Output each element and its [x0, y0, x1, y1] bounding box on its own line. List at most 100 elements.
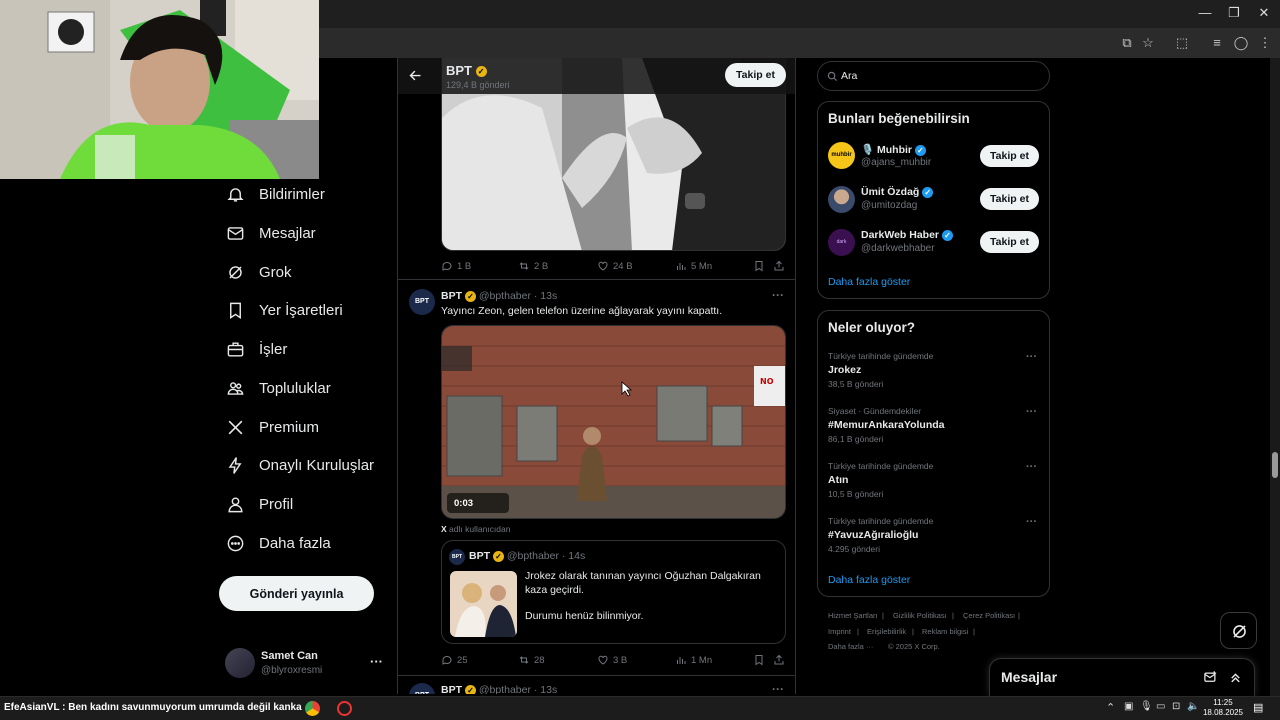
restore-icon[interactable]: ❐: [1219, 5, 1249, 21]
sidebar-item-verified-orgs[interactable]: Onaylı Kuruluşlar: [226, 453, 374, 477]
sidebar-item-label: Bildirimler: [259, 185, 325, 203]
bookmark-icon[interactable]: [753, 260, 765, 272]
trend-more-icon[interactable]: ···: [1026, 406, 1037, 418]
post-button[interactable]: Gönderi yayınla: [219, 576, 374, 611]
trend-name[interactable]: Jrokez: [828, 364, 861, 376]
tray-app-icon[interactable]: ▣: [1124, 701, 1133, 712]
star-icon[interactable]: ☆: [1139, 34, 1157, 52]
search-input[interactable]: Ara: [817, 61, 1050, 91]
footer-link[interactable]: Reklam bilgisi: [922, 627, 968, 636]
footer-link[interactable]: Çerez Politikası: [963, 611, 1015, 620]
sidebar-item-messages[interactable]: Mesajlar: [226, 221, 316, 245]
footer-link[interactable]: Gizlilik Politikası: [893, 611, 947, 620]
follow-button[interactable]: Takip et: [980, 231, 1039, 253]
footer-link[interactable]: Imprint: [828, 627, 851, 636]
reply-action[interactable]: 25: [441, 654, 468, 666]
clock[interactable]: 11:25 18.08.2025: [1200, 698, 1246, 718]
suggest-name[interactable]: Ümit Özdağ: [861, 186, 919, 198]
views-action[interactable]: 1 Mn: [675, 654, 712, 666]
trend-more-icon[interactable]: ···: [1026, 461, 1037, 473]
footer-copyright: © 2025 X Corp.: [888, 642, 940, 651]
sidebar-item-premium[interactable]: Premium: [226, 415, 319, 439]
tweet-author-handle[interactable]: @bpthaber: [479, 684, 531, 694]
trend-more-icon[interactable]: ···: [1026, 351, 1037, 363]
profile-icon[interactable]: ◯: [1232, 34, 1250, 52]
chrome-app-icon[interactable]: [305, 701, 320, 716]
sidebar-item-more[interactable]: Daha fazla: [226, 531, 331, 555]
tweet-avatar[interactable]: BPT: [409, 683, 435, 694]
avatar[interactable]: [828, 186, 855, 213]
messages-drawer[interactable]: Mesajlar: [989, 658, 1255, 696]
tweet-video[interactable]: NO: [441, 325, 786, 519]
media-icon[interactable]: ≡: [1208, 34, 1226, 52]
views-action[interactable]: 5 Mn: [675, 260, 712, 272]
avatar[interactable]: muhbir: [828, 142, 855, 169]
reply-action[interactable]: 1 B: [441, 260, 471, 272]
sidebar-item-communities[interactable]: Topluluklar: [226, 376, 331, 400]
show-more-link[interactable]: Daha fazla göster: [828, 574, 910, 586]
share-icon[interactable]: [773, 260, 785, 272]
footer-link[interactable]: Daha fazla ···: [828, 642, 873, 651]
scrollbar-thumb[interactable]: [1272, 452, 1278, 478]
trend-more-icon[interactable]: ···: [1026, 516, 1037, 528]
repost-action[interactable]: 2 B: [518, 260, 548, 272]
minimize-icon[interactable]: —: [1190, 5, 1220, 20]
quote-thumbnail: [450, 571, 517, 637]
suggest-name[interactable]: 🎙️ Muhbir: [861, 144, 912, 156]
verified-gold-icon: ✓: [475, 66, 487, 78]
grok-button[interactable]: [1220, 612, 1257, 649]
trend-name[interactable]: #MemurAnkaraYolunda: [828, 419, 945, 431]
quote-text-2: Durumu henüz bilinmiyor.: [525, 610, 644, 622]
sidebar-item-grok[interactable]: Grok: [226, 260, 292, 284]
trend-name[interactable]: Atın: [828, 474, 848, 486]
suggest-name[interactable]: DarkWeb Haber: [861, 229, 939, 241]
quote-tweet[interactable]: BPT BPT ✓ @bpthaber · 14s Jrokez olarak …: [441, 540, 786, 644]
tweet-avatar[interactable]: BPT: [409, 289, 435, 315]
tweet-more-icon[interactable]: ···: [772, 682, 784, 694]
back-arrow-icon[interactable]: [408, 68, 423, 83]
follow-button[interactable]: Takip et: [980, 145, 1039, 167]
tweet-more-icon[interactable]: ···: [772, 288, 784, 302]
repost-action[interactable]: 28: [518, 654, 545, 666]
avatar[interactable]: dark: [828, 229, 855, 256]
volume-icon[interactable]: 🔈: [1187, 701, 1199, 712]
share-icon[interactable]: [773, 654, 785, 666]
sidebar-item-profile[interactable]: Profil: [226, 492, 293, 516]
footer-link[interactable]: Hizmet Şartları: [828, 611, 878, 620]
tweet-author-name[interactable]: BPT: [441, 684, 462, 694]
sidebar-item-jobs[interactable]: İşler: [226, 337, 287, 361]
microphone-icon[interactable]: 🎙: [1140, 701, 1153, 712]
close-window-icon[interactable]: ✕: [1249, 5, 1279, 21]
follow-button[interactable]: Takip et: [980, 188, 1039, 210]
verified-gold-icon: ✓: [492, 550, 504, 562]
sidebar-item-notifications[interactable]: Bildirimler: [226, 182, 325, 206]
like-action[interactable]: 3 B: [597, 654, 627, 666]
extensions-icon[interactable]: ⬚: [1173, 34, 1191, 52]
bookmark-icon[interactable]: [753, 654, 765, 666]
sidebar-item-bookmarks[interactable]: Yer İşaretleri: [226, 298, 343, 322]
app-icon[interactable]: [337, 701, 352, 716]
header-follow-button[interactable]: Takip et: [725, 63, 786, 87]
avatar[interactable]: [225, 648, 255, 678]
menu-dots-icon[interactable]: ⋮: [1256, 34, 1274, 52]
cast-icon[interactable]: ⧉: [1118, 34, 1136, 52]
expand-up-icon[interactable]: [1228, 670, 1243, 685]
footer-sep: |: [952, 611, 954, 620]
display-icon[interactable]: ▭: [1156, 701, 1165, 712]
notifications-icon[interactable]: ▤: [1253, 701, 1263, 714]
tweet-header: BPT ✓ @bpthaber · 13s: [441, 290, 557, 302]
scrollbar[interactable]: [1270, 58, 1280, 696]
reply-count: 25: [457, 654, 468, 666]
tray-chevron-icon[interactable]: ⌃: [1106, 701, 1115, 714]
footer-link[interactable]: Erişilebilirlik: [867, 627, 906, 636]
tweet-author-handle[interactable]: @bpthaber: [479, 290, 531, 302]
network-icon[interactable]: ⊡: [1172, 701, 1180, 712]
like-action[interactable]: 24 B: [597, 260, 633, 272]
tweet-time[interactable]: · 13s: [534, 684, 557, 694]
tweet-time[interactable]: · 13s: [534, 290, 557, 302]
account-menu-icon[interactable]: ···: [370, 654, 383, 669]
trend-name[interactable]: #YavuzAğıralioğlu: [828, 529, 918, 541]
tweet-author-name[interactable]: BPT: [441, 290, 462, 302]
show-more-link[interactable]: Daha fazla göster: [828, 276, 910, 288]
new-message-icon[interactable]: [1203, 670, 1218, 685]
